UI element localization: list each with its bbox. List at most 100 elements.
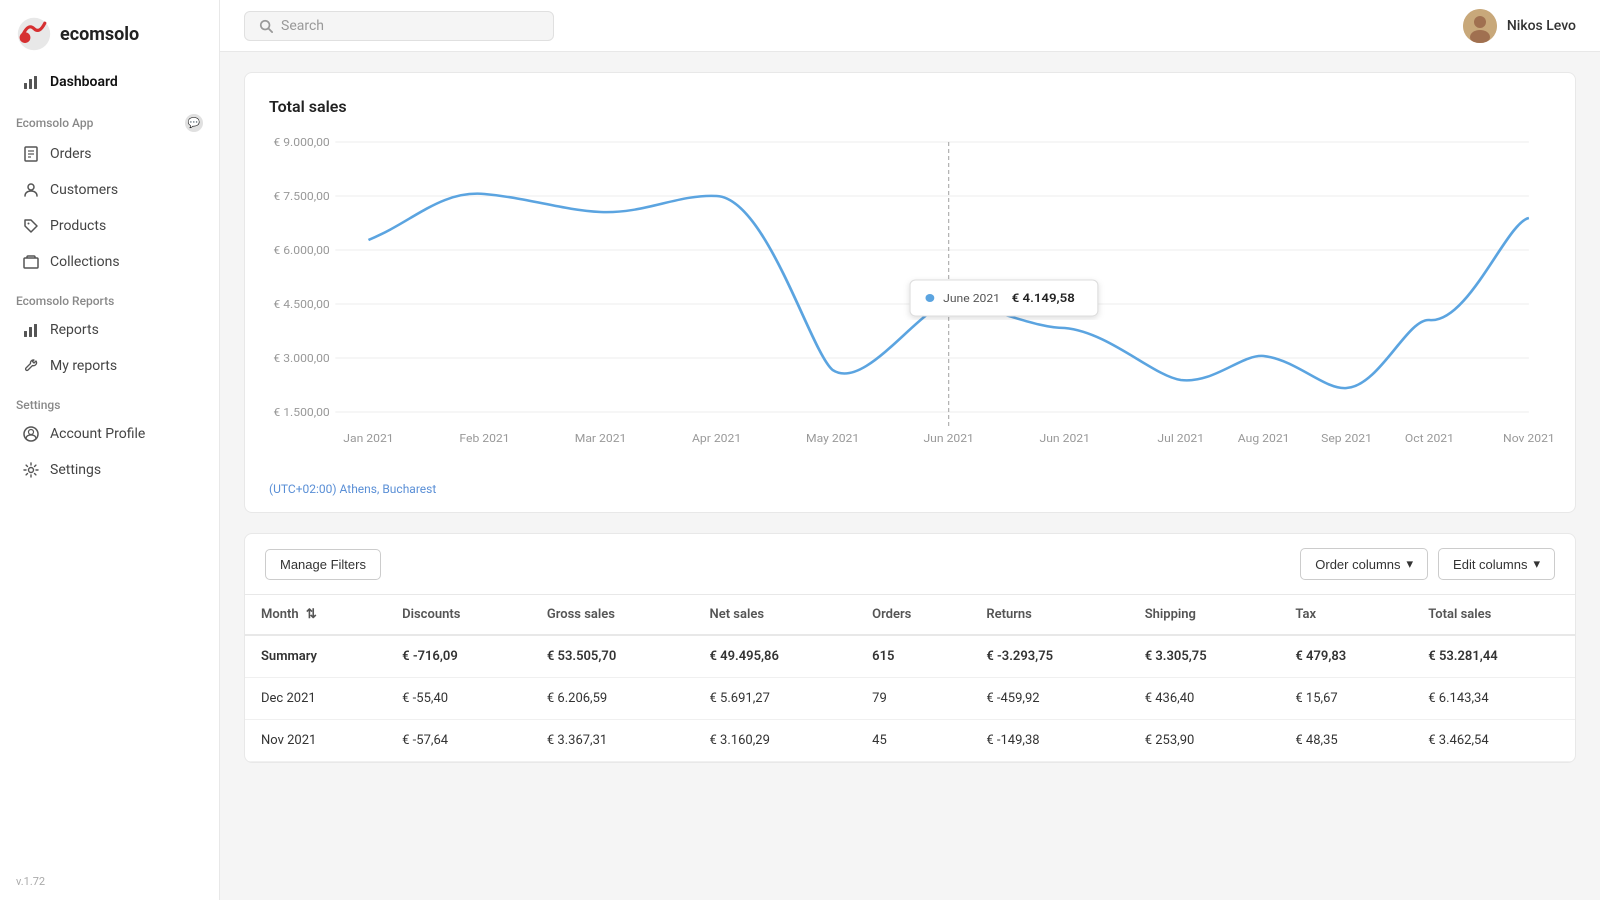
table-cell: € -459,92 bbox=[970, 678, 1128, 720]
svg-text:Nov 2021: Nov 2021 bbox=[1503, 432, 1555, 445]
sidebar-item-collections-label: Collections bbox=[50, 254, 120, 270]
col-shipping: Shipping bbox=[1129, 595, 1280, 635]
sidebar-item-dashboard-label: Dashboard bbox=[50, 74, 118, 90]
table-cell: € 436,40 bbox=[1129, 678, 1280, 720]
sidebar-item-collections[interactable]: Collections bbox=[6, 244, 213, 280]
sort-icon[interactable]: ⇅ bbox=[306, 607, 317, 622]
svg-text:Mar 2021: Mar 2021 bbox=[575, 432, 627, 445]
column-buttons: Order columns ▾ Edit columns ▾ bbox=[1300, 548, 1555, 580]
table-cell: € 49.495,86 bbox=[694, 635, 857, 678]
header: Search Nikos Levo bbox=[220, 0, 1600, 52]
svg-text:Jan 2021: Jan 2021 bbox=[343, 432, 393, 445]
sidebar-item-customers-label: Customers bbox=[50, 182, 118, 198]
svg-text:Sep 2021: Sep 2021 bbox=[1321, 432, 1372, 445]
svg-text:Jul 2021: Jul 2021 bbox=[1157, 432, 1204, 445]
table-cell: € -57,64 bbox=[386, 720, 531, 762]
table-card: Manage Filters Order columns ▾ Edit colu… bbox=[244, 533, 1576, 763]
version-label: v.1.72 bbox=[0, 863, 219, 900]
sidebar-item-orders[interactable]: Orders bbox=[6, 136, 213, 172]
table-row: Nov 2021€ -57,64€ 3.367,31€ 3.160,2945€ … bbox=[245, 720, 1575, 762]
logo-icon bbox=[16, 16, 52, 52]
sales-table: Month ⇅ Discounts Gross sales Net sales … bbox=[245, 595, 1575, 762]
svg-text:€ 1.500,00: € 1.500,00 bbox=[273, 406, 329, 419]
col-returns: Returns bbox=[970, 595, 1128, 635]
table-cell: € 479,83 bbox=[1279, 635, 1412, 678]
svg-text:June 2021: June 2021 bbox=[943, 292, 1000, 305]
gear-icon bbox=[22, 461, 40, 479]
table-cell: € 15,67 bbox=[1279, 678, 1412, 720]
table-cell: € -55,40 bbox=[386, 678, 531, 720]
sidebar-item-reports[interactable]: Reports bbox=[6, 312, 213, 348]
table-toolbar: Manage Filters Order columns ▾ Edit colu… bbox=[245, 534, 1575, 595]
table-cell: € 3.305,75 bbox=[1129, 635, 1280, 678]
col-net-sales: Net sales bbox=[694, 595, 857, 635]
table-cell: 45 bbox=[856, 720, 970, 762]
manage-filters-button[interactable]: Manage Filters bbox=[265, 549, 381, 580]
svg-text:May 2021: May 2021 bbox=[806, 432, 859, 445]
table-cell: Summary bbox=[245, 635, 386, 678]
svg-text:Oct 2021: Oct 2021 bbox=[1405, 432, 1454, 445]
table-cell: € 6.206,59 bbox=[531, 678, 694, 720]
sidebar-section-app: Ecomsolo App 💬 bbox=[0, 100, 219, 136]
bubble-icon: 💬 bbox=[185, 114, 203, 132]
table-cell: Nov 2021 bbox=[245, 720, 386, 762]
sidebar-section-reports: Ecomsolo Reports bbox=[0, 280, 219, 312]
table-cell: 615 bbox=[856, 635, 970, 678]
wrench-icon bbox=[22, 357, 40, 375]
table-cell: € 48,35 bbox=[1279, 720, 1412, 762]
user-name: Nikos Levo bbox=[1507, 18, 1576, 34]
sidebar-section-settings: Settings bbox=[0, 384, 219, 416]
receipt-icon bbox=[22, 145, 40, 163]
order-columns-label: Order columns bbox=[1315, 557, 1400, 572]
svg-text:Feb 2021: Feb 2021 bbox=[459, 432, 509, 445]
col-gross-sales: Gross sales bbox=[531, 595, 694, 635]
svg-text:Apr 2021: Apr 2021 bbox=[692, 432, 741, 445]
chart-timezone: (UTC+02:00) Athens, Bucharest bbox=[269, 482, 1551, 496]
search-bar[interactable]: Search bbox=[244, 11, 554, 41]
sidebar-item-products-label: Products bbox=[50, 218, 106, 234]
report-icon bbox=[22, 321, 40, 339]
logo: ecomsolo bbox=[0, 0, 219, 64]
svg-text:€ 9.000,00: € 9.000,00 bbox=[273, 136, 329, 149]
table-cell: € 53.281,44 bbox=[1412, 635, 1575, 678]
svg-text:€ 7.500,00: € 7.500,00 bbox=[273, 190, 329, 203]
sidebar-item-settings[interactable]: Settings bbox=[6, 452, 213, 488]
content: Total sales € 9.000,00 € 7.500,00 € 6.00… bbox=[220, 52, 1600, 900]
collection-icon bbox=[22, 253, 40, 271]
svg-text:Jun 2021: Jun 2021 bbox=[923, 432, 973, 445]
svg-text:€ 4.149,58: € 4.149,58 bbox=[1012, 292, 1075, 306]
sidebar-item-my-reports[interactable]: My reports bbox=[6, 348, 213, 384]
table-cell: € 53.505,70 bbox=[531, 635, 694, 678]
col-orders: Orders bbox=[856, 595, 970, 635]
sidebar-item-dashboard[interactable]: Dashboard bbox=[6, 64, 213, 100]
edit-columns-label: Edit columns bbox=[1453, 557, 1527, 572]
chart-title: Total sales bbox=[269, 97, 1551, 116]
svg-text:€ 4.500,00: € 4.500,00 bbox=[273, 298, 329, 311]
chart-card: Total sales € 9.000,00 € 7.500,00 € 6.00… bbox=[244, 72, 1576, 513]
table-cell: Dec 2021 bbox=[245, 678, 386, 720]
table-cell: 79 bbox=[856, 678, 970, 720]
sidebar-item-products[interactable]: Products bbox=[6, 208, 213, 244]
table-cell: € -716,09 bbox=[386, 635, 531, 678]
chevron-down-icon: ▾ bbox=[1407, 556, 1414, 572]
table-cell: € 5.691,27 bbox=[694, 678, 857, 720]
sidebar-item-account-profile[interactable]: Account Profile bbox=[6, 416, 213, 452]
sidebar-item-reports-label: Reports bbox=[50, 322, 99, 338]
user-area[interactable]: Nikos Levo bbox=[1463, 9, 1576, 43]
table-cell: € 3.462,54 bbox=[1412, 720, 1575, 762]
table-cell: € -149,38 bbox=[970, 720, 1128, 762]
chevron-down-icon-2: ▾ bbox=[1533, 556, 1540, 572]
col-discounts: Discounts bbox=[386, 595, 531, 635]
table-cell: € -3.293,75 bbox=[970, 635, 1128, 678]
order-columns-button[interactable]: Order columns ▾ bbox=[1300, 548, 1428, 580]
app-name: ecomsolo bbox=[60, 24, 139, 45]
edit-columns-button[interactable]: Edit columns ▾ bbox=[1438, 548, 1555, 580]
user-circle-icon bbox=[22, 425, 40, 443]
svg-text:Aug 2021: Aug 2021 bbox=[1238, 432, 1290, 445]
person-icon bbox=[22, 181, 40, 199]
sidebar-item-my-reports-label: My reports bbox=[50, 358, 117, 374]
sidebar-item-orders-label: Orders bbox=[50, 146, 92, 162]
table-cell: € 253,90 bbox=[1129, 720, 1280, 762]
col-total-sales: Total sales bbox=[1412, 595, 1575, 635]
sidebar-item-customers[interactable]: Customers bbox=[6, 172, 213, 208]
